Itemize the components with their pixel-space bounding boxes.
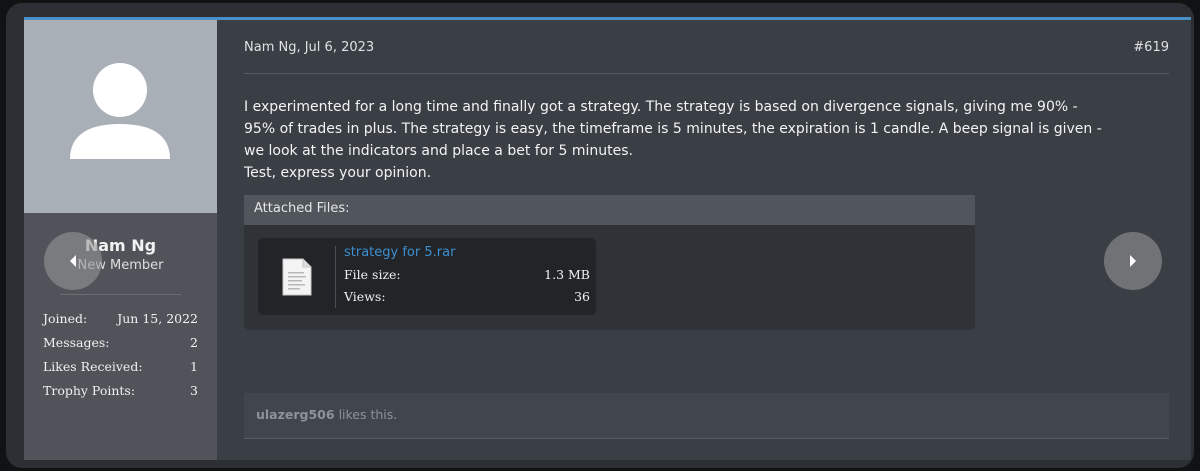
stat-value: 1: [190, 359, 198, 374]
file-icon[interactable]: [282, 258, 312, 296]
stat-value[interactable]: 2: [190, 334, 198, 358]
attachment-views-row: Views: 36: [344, 289, 590, 304]
post-body-line: we look at the indicators and place a be…: [244, 143, 633, 159]
forum-post: Nam Ng New Member Joined: Jun 15, 2022 M…: [24, 17, 1191, 460]
likes-summary: ulazerg506 likes this.: [244, 393, 1169, 439]
stat-trophy-points: Trophy Points: 3: [43, 382, 198, 406]
stat-label: Messages:: [43, 335, 110, 350]
post-body-line: Test, express your opinion.: [244, 165, 432, 181]
divider: [244, 73, 1169, 74]
attachment-size-label: File size:: [344, 267, 401, 282]
attachments-title: Attached Files:: [244, 195, 975, 225]
attachments-box: strategy for 5.rar File size: 1.3 MB Vie…: [244, 225, 975, 330]
stat-value[interactable]: 3: [190, 382, 198, 406]
stat-value: Jun 15, 2022: [117, 311, 198, 326]
post-body-line: I experimented for a long time and final…: [244, 99, 1078, 115]
divider: [60, 294, 181, 295]
chevron-left-icon: [70, 255, 76, 267]
post-body-line: 95% of trades in plus. The strategy is e…: [244, 121, 1102, 137]
post-number[interactable]: #619: [1133, 40, 1169, 55]
attachment-views-value: 36: [574, 289, 590, 304]
attachment-card[interactable]: strategy for 5.rar File size: 1.3 MB Vie…: [258, 238, 596, 315]
chevron-right-icon: [1130, 255, 1136, 267]
stat-label: Trophy Points:: [43, 383, 136, 398]
attachment-link[interactable]: strategy for 5.rar: [344, 245, 455, 260]
previous-button[interactable]: [44, 232, 102, 290]
stat-label: Likes Received:: [43, 359, 143, 374]
user-stats: Joined: Jun 15, 2022 Messages: 2 Likes R…: [43, 310, 198, 406]
attachment-views-label: Views:: [344, 289, 386, 304]
post-body: I experimented for a long time and final…: [244, 96, 1174, 184]
stat-joined: Joined: Jun 15, 2022: [43, 310, 198, 334]
divider: [335, 246, 336, 308]
liker-username[interactable]: ulazerg506: [256, 407, 335, 422]
stat-label: Joined:: [43, 311, 88, 326]
avatar[interactable]: [24, 20, 217, 213]
page-frame: Nam Ng New Member Joined: Jun 15, 2022 M…: [6, 3, 1194, 468]
stat-messages: Messages: 2: [43, 334, 198, 358]
post-author-date[interactable]: Nam Ng, Jul 6, 2023: [244, 40, 374, 55]
default-avatar-icon: [70, 63, 170, 159]
likes-text: likes this.: [338, 407, 398, 422]
stat-likes-received: Likes Received: 1: [43, 358, 198, 382]
attachment-size-value: 1.3 MB: [544, 267, 590, 282]
next-button[interactable]: [1104, 232, 1162, 290]
attachment-size-row: File size: 1.3 MB: [344, 267, 590, 282]
